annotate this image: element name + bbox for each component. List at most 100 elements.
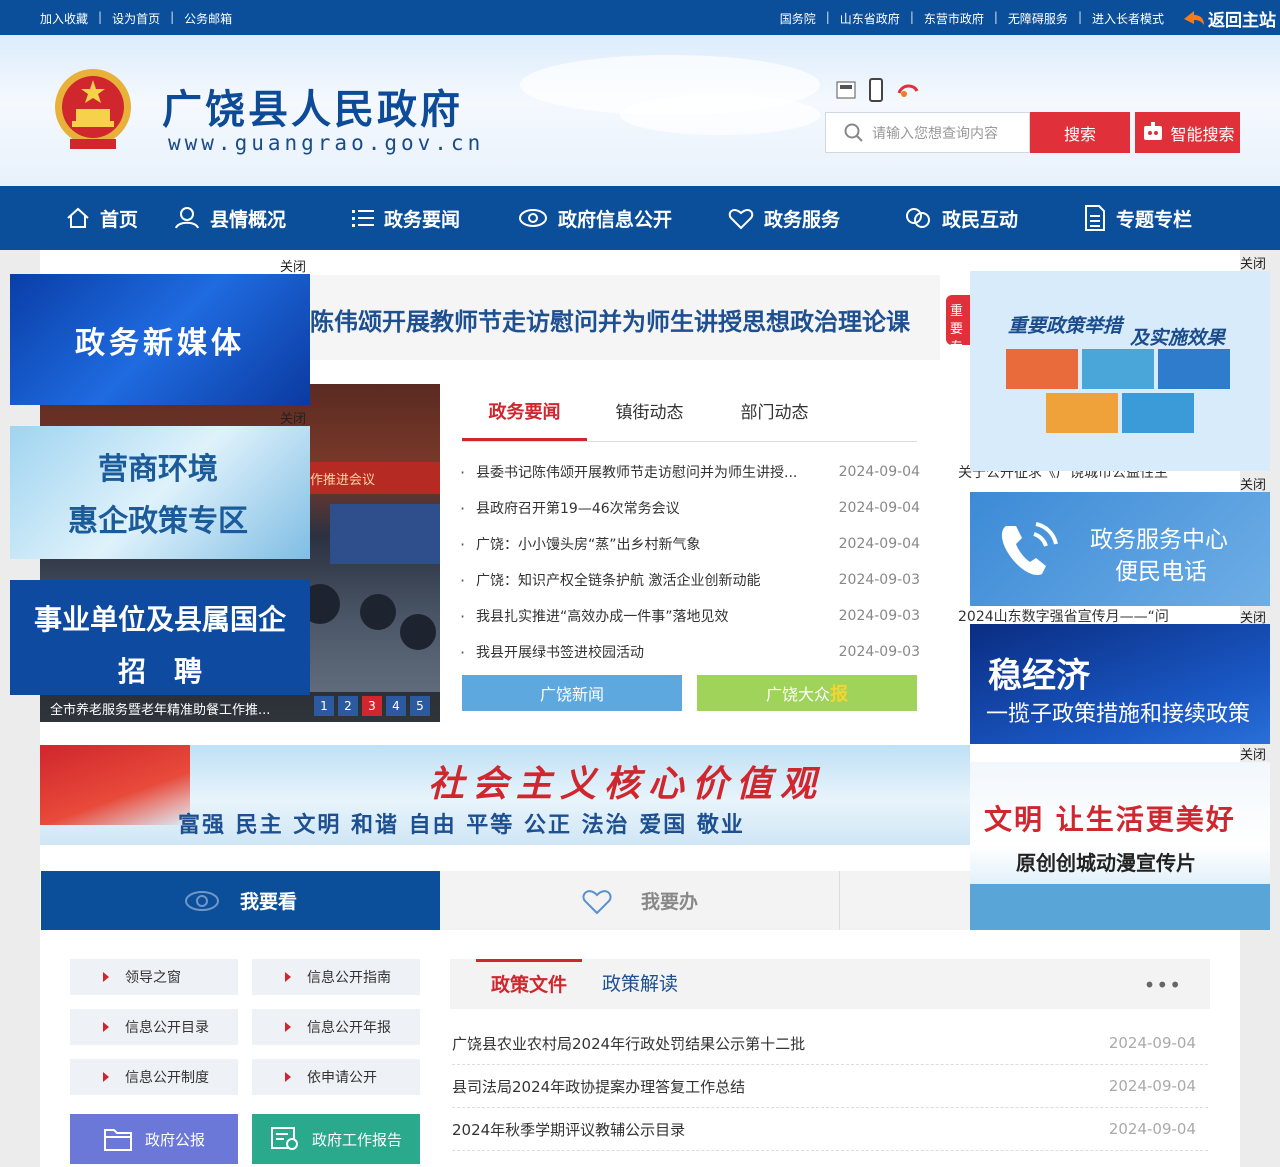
close-ad-button[interactable]: 关闭: [1240, 474, 1266, 493]
shandong-gov-link[interactable]: 山东省政府: [840, 10, 900, 27]
close-ad-button[interactable]: 关闭: [280, 256, 306, 275]
ad-business-environment[interactable]: 营商环境 惠企政策专区: [10, 426, 310, 559]
news-app-icon[interactable]: [836, 78, 856, 102]
smart-search-button[interactable]: 智能搜索: [1135, 112, 1240, 153]
nav-gov-news[interactable]: 政务要闻: [352, 186, 460, 250]
ad-service-hotline[interactable]: 政务服务中心 便民电话: [970, 492, 1270, 606]
nav-label: 首页: [100, 208, 139, 231]
ad-policy-effects[interactable]: 重要政策举措 及实施效果: [970, 271, 1270, 471]
core-values-title: 社会主义核心价值观: [428, 763, 825, 805]
slide-banner-text: 作推进会议: [300, 462, 440, 494]
gov-report-button[interactable]: 政府工作报告: [252, 1114, 420, 1164]
tab-dept-news[interactable]: 部门动态: [712, 388, 837, 441]
elder-mode-link[interactable]: 进入长者模式: [1092, 10, 1164, 27]
quick-link[interactable]: 依申请公开: [252, 1059, 420, 1095]
smart-search-label: 智能搜索: [1170, 124, 1235, 144]
nav-home[interactable]: 首页: [66, 186, 138, 250]
ad-recruit-line2: 招聘: [117, 655, 230, 688]
news-title: 我县开展绿书签进校园活动: [476, 645, 644, 661]
separator: |: [98, 10, 103, 24]
nav-info-disclosure[interactable]: 政府信息公开: [518, 186, 672, 250]
ad-phone-line2: 便民电话: [1115, 559, 1207, 585]
tab-policy-docs[interactable]: 政策文件: [476, 959, 582, 1009]
search-icon: [844, 123, 863, 142]
headline-link[interactable]: 陈伟颂开展教师节走访慰问并为师生讲授思想政治理论课: [310, 302, 910, 337]
tab-policy-interpretation[interactable]: 政策解读: [602, 959, 678, 1009]
news-item[interactable]: · 广饶：小小馒头房“蒸”出乡村新气象 2024-09-04: [460, 526, 920, 562]
news-item[interactable]: · 我县扎实推进“高效办成一件事”落地见效 2024-09-03: [460, 598, 920, 634]
news-title: 我县扎实推进“高效办成一件事”落地见效: [476, 609, 729, 625]
heart-icon: [582, 889, 612, 914]
news-item[interactable]: · 我县开展绿书签进校园活动 2024-09-03: [460, 634, 920, 670]
nav-label: 政务要闻: [384, 208, 461, 231]
dongying-gov-link[interactable]: 东营市政府: [924, 10, 984, 27]
ad-policy-tile: [1006, 349, 1078, 389]
slide-figure: [360, 594, 396, 630]
tab-town-news[interactable]: 镇街动态: [587, 388, 712, 441]
news-item[interactable]: · 县委书记陈伟颂开展教师节走访慰问并为师生讲授... 2024-09-04: [460, 454, 920, 490]
news-item[interactable]: · 广饶：知识产权全链条护航 激活企业创新动能 2024-09-03: [460, 562, 920, 598]
nav-gov-service[interactable]: 政务服务: [728, 186, 840, 250]
ad-stabilize-economy[interactable]: 稳经济 一揽子政策措施和接续政策: [970, 624, 1270, 744]
ad-civilization[interactable]: 文明 让生活更美好 原创创城动漫宣传片: [970, 762, 1270, 930]
policy-item[interactable]: 县司法局2024年政协提案办理答复工作总结 2024-09-04: [452, 1065, 1208, 1108]
guangrao-news-button[interactable]: 广饶新闻: [462, 675, 682, 711]
do-tab-label: 我要办: [640, 891, 698, 913]
quick-link[interactable]: 领导之窗: [70, 959, 238, 995]
nav-label: 专题专栏: [1116, 208, 1193, 231]
report-icon: [270, 1127, 298, 1150]
tab-i-want-to-do[interactable]: 我要办: [440, 871, 840, 930]
news-item[interactable]: · 县政府召开第19—46次常务会议 2024-09-04: [460, 490, 920, 526]
site-header: 广饶县人民政府 www.guangrao.gov.cn 请输入您想查询内容 搜索…: [0, 35, 1280, 186]
quick-link-label: 依申请公开: [307, 1070, 377, 1086]
slide-page-5[interactable]: 5: [410, 696, 430, 716]
ad-new-media[interactable]: 政务新媒体: [10, 274, 310, 405]
main-nav: 首页 县情概况 政务要闻 政府信息公开 政务服务 政民互动 专题专栏: [0, 186, 1280, 250]
nav-county-overview[interactable]: 县情概况: [174, 186, 286, 250]
state-council-link[interactable]: 国务院: [780, 10, 816, 27]
quick-link-label: 信息公开目录: [125, 1020, 209, 1036]
search-placeholder: 请输入您想查询内容: [872, 125, 998, 142]
slide-page-3[interactable]: 3: [362, 696, 382, 716]
nav-special-topics[interactable]: 专题专栏: [1084, 186, 1192, 250]
nav-interaction[interactable]: 政民互动: [904, 186, 1018, 250]
ad-recruitment[interactable]: 事业单位及县属国企 招聘: [10, 580, 310, 695]
official-email-link[interactable]: 公务邮箱: [184, 10, 232, 27]
search-button[interactable]: 搜索: [1030, 112, 1130, 153]
policy-date: 2024-09-04: [1108, 1034, 1196, 1052]
gov-bulletin-button[interactable]: 政府公报: [70, 1114, 238, 1164]
mobile-icon[interactable]: [866, 78, 886, 102]
close-ad-button[interactable]: 关闭: [1240, 253, 1266, 272]
policy-title: 县司法局2024年政协提案办理答复工作总结: [452, 1077, 746, 1096]
search-input[interactable]: 请输入您想查询内容: [825, 112, 1030, 153]
quick-link[interactable]: 信息公开指南: [252, 959, 420, 995]
policy-item[interactable]: 2024年秋季学期评议教辅公示目录 2024-09-04: [452, 1108, 1208, 1151]
accessibility-link[interactable]: 无障碍服务: [1008, 10, 1068, 27]
quick-link[interactable]: 信息公开制度: [70, 1059, 238, 1095]
add-favorite-link[interactable]: 加入收藏: [40, 10, 88, 27]
slide-page-4[interactable]: 4: [386, 696, 406, 716]
quick-link[interactable]: 信息公开年报: [252, 1009, 420, 1045]
policy-item[interactable]: 广饶县农业农村局2024年行政处罚结果公示第十二批 2024-09-04: [452, 1022, 1208, 1065]
headline-side-tag[interactable]: 重要专: [946, 295, 970, 345]
ad-policy-tile: [1046, 393, 1118, 433]
slide-page-2[interactable]: 2: [338, 696, 358, 716]
close-ad-button[interactable]: 关闭: [1240, 744, 1266, 763]
back-to-main-button[interactable]: 返回主站: [1182, 6, 1276, 31]
more-icon[interactable]: •••: [1144, 973, 1182, 997]
tab-third[interactable]: [840, 871, 970, 930]
slide-page-1[interactable]: 1: [314, 696, 334, 716]
set-homepage-link[interactable]: 设为首页: [112, 10, 160, 27]
ad-biz-line1: 营商环境: [98, 452, 218, 487]
news-date: 2024-09-03: [838, 644, 920, 660]
news-date: 2024-09-03: [838, 572, 920, 588]
quick-link-label: 信息公开制度: [125, 1070, 209, 1086]
weibo-icon[interactable]: [896, 78, 919, 102]
tab-gov-news[interactable]: 政务要闻: [462, 388, 587, 441]
quick-link[interactable]: 信息公开目录: [70, 1009, 238, 1045]
tab-i-want-to-see[interactable]: 我要看: [41, 871, 440, 930]
right-column-item[interactable]: 2024山东数字强省宣传月——“问: [958, 606, 1169, 626]
ad-policy-tile: [1082, 349, 1154, 389]
guangrao-dazhong-button[interactable]: 广饶大众报: [697, 675, 917, 711]
close-ad-button[interactable]: 关闭: [280, 408, 306, 427]
